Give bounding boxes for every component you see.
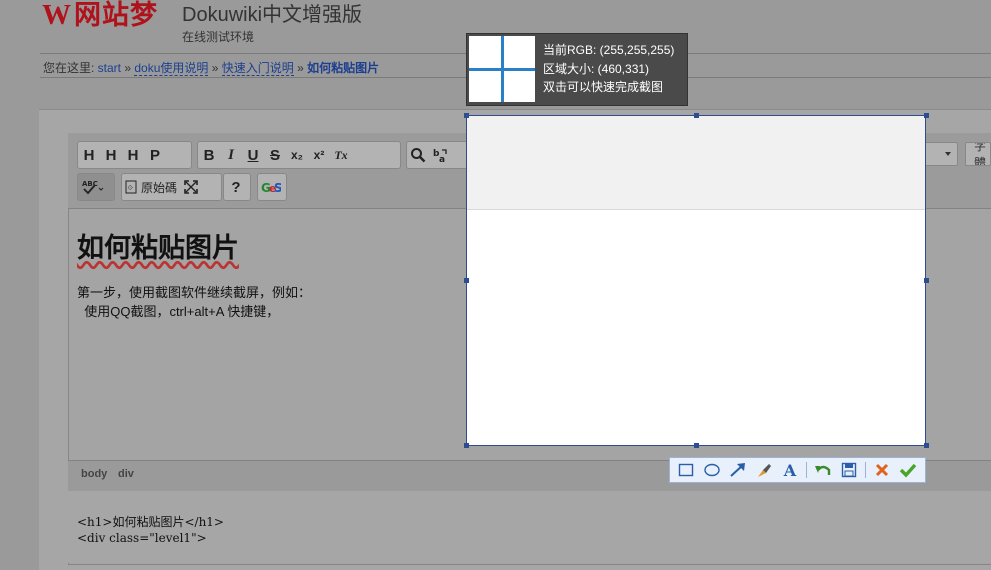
- code-line: <div class="level1">: [77, 531, 207, 545]
- resize-handle[interactable]: [464, 443, 469, 448]
- italic-button[interactable]: I: [220, 144, 242, 166]
- confirm-icon[interactable]: [898, 460, 918, 480]
- source-group: ⟐ 原始碼: [121, 173, 222, 201]
- brush-icon[interactable]: [754, 460, 774, 480]
- capture-selection[interactable]: [466, 115, 926, 446]
- save-icon[interactable]: [839, 460, 859, 480]
- text-format-group: B I U S x₂ x² Tx: [197, 141, 401, 169]
- breadcrumb-doku-usage[interactable]: doku使用说明: [134, 61, 209, 76]
- superscript-button[interactable]: x²: [308, 144, 330, 166]
- paragraph-line: 第一步，使用截图软件继续截屏，例如：: [77, 285, 312, 300]
- ellipse-icon[interactable]: [702, 460, 722, 480]
- text-icon[interactable]: A: [780, 460, 800, 480]
- editor-content[interactable]: 如何粘贴图片: [77, 226, 239, 265]
- source-button[interactable]: ⟐ 原始碼: [122, 176, 180, 198]
- page-heading: 如何粘贴图片: [77, 233, 239, 263]
- resize-handle[interactable]: [694, 113, 699, 118]
- underline-button[interactable]: U: [242, 144, 264, 166]
- site-subtitle: 在线测试环境: [182, 30, 255, 44]
- bold-button[interactable]: B: [198, 144, 220, 166]
- size-readout: 区域大小: (460,331): [543, 61, 650, 76]
- resize-handle[interactable]: [924, 278, 929, 283]
- subscript-button[interactable]: x₂: [286, 144, 308, 166]
- editor-paragraph: 第一步，使用截图软件继续截屏，例如： 使用QQ截图，ctrl+alt+A 快捷键…: [77, 283, 311, 321]
- chevron-down-icon: [945, 152, 951, 156]
- path-div[interactable]: div: [118, 468, 134, 480]
- heading-group: H H H P: [77, 141, 192, 169]
- capture-toolbar: A: [669, 457, 926, 483]
- resize-handle[interactable]: [694, 443, 699, 448]
- spellcheck-button[interactable]: ABC: [77, 173, 115, 201]
- source-code: <h1>如何粘贴图片</h1> <div class="level1">: [77, 514, 224, 546]
- font-select[interactable]: 字體: [965, 142, 991, 166]
- code-line: <h1>如何粘贴图片</h1>: [77, 515, 224, 529]
- magnifier-preview: [469, 36, 535, 102]
- cancel-icon[interactable]: [872, 460, 892, 480]
- maximize-icon[interactable]: [180, 176, 202, 198]
- gese-icon: GeS: [258, 176, 284, 198]
- rectangle-icon[interactable]: [676, 460, 696, 480]
- paragraph-line: 使用QQ截图，ctrl+alt+A 快捷键，: [77, 304, 280, 319]
- breadcrumb-quickstart[interactable]: 快速入门说明: [221, 61, 294, 76]
- breadcrumb-prefix: 您在这里:: [43, 61, 98, 75]
- site-logo[interactable]: W网站梦: [42, 0, 158, 30]
- find-group: ba: [406, 141, 468, 169]
- strikethrough-button[interactable]: S: [264, 144, 286, 166]
- replace-icon[interactable]: ba: [429, 144, 453, 166]
- svg-text:a: a: [439, 155, 445, 163]
- spellcheck-icon: ABC: [78, 176, 108, 198]
- svg-text:⟐: ⟐: [128, 184, 134, 192]
- breadcrumb-start[interactable]: start: [98, 61, 121, 75]
- resize-handle[interactable]: [924, 113, 929, 118]
- rgb-readout: 当前RGB: (255,255,255): [543, 43, 675, 57]
- capture-hint: 双击可以快速完成截图: [543, 80, 664, 94]
- document-icon: ⟐: [125, 180, 137, 194]
- magnifier-info: 当前RGB: (255,255,255) 区域大小: (460,331) 双击可…: [543, 41, 674, 97]
- gese-button[interactable]: GeS: [257, 173, 287, 201]
- breadcrumb: 您在这里: start » doku使用说明 » 快速入门说明 » 如何粘贴图片: [43, 61, 380, 76]
- arrow-icon[interactable]: [728, 460, 748, 480]
- resize-handle[interactable]: [464, 113, 469, 118]
- undo-icon[interactable]: [813, 460, 833, 480]
- breadcrumb-current: 如何粘贴图片: [307, 61, 380, 75]
- site-title[interactable]: Dokuwiki中文增强版: [182, 3, 362, 27]
- clear-format-button[interactable]: Tx: [330, 144, 352, 166]
- heading-larger-button[interactable]: H: [122, 144, 144, 166]
- svg-text:ABC: ABC: [82, 180, 98, 188]
- help-button[interactable]: ?: [223, 173, 251, 201]
- heading-button[interactable]: H: [78, 144, 100, 166]
- heading-smaller-button[interactable]: H: [100, 144, 122, 166]
- magnifier-panel: 当前RGB: (255,255,255) 区域大小: (460,331) 双击可…: [466, 33, 688, 106]
- resize-handle[interactable]: [924, 443, 929, 448]
- svg-text:S: S: [274, 181, 281, 195]
- path-body[interactable]: body: [81, 468, 107, 480]
- paragraph-button[interactable]: P: [144, 144, 166, 166]
- help-icon: ?: [231, 178, 241, 196]
- resize-handle[interactable]: [464, 278, 469, 283]
- find-icon[interactable]: [407, 144, 429, 166]
